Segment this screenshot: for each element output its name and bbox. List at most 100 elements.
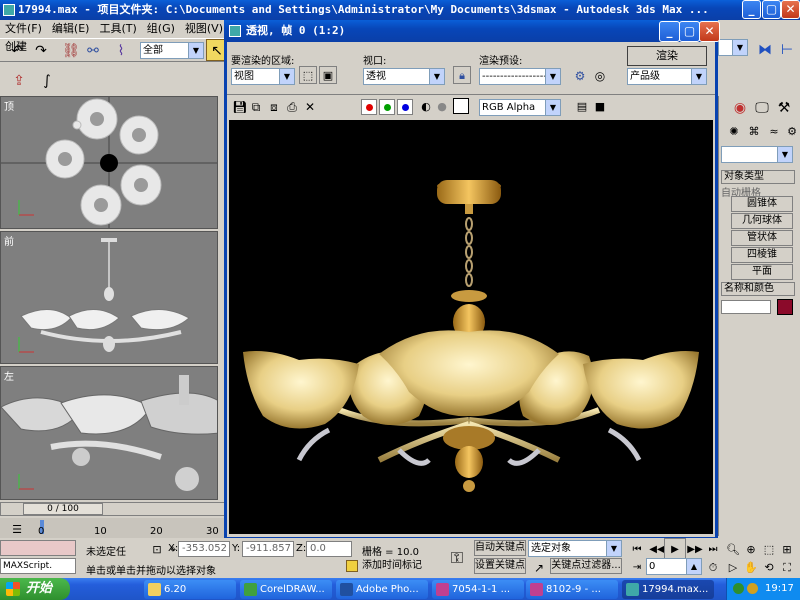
motion-tab-icon[interactable]: ◉ bbox=[729, 96, 751, 118]
viewport-top-canvas bbox=[1, 97, 217, 228]
redo-icon[interactable]: ↷ bbox=[30, 39, 52, 61]
geometry-type-dropdown[interactable]: ▼ bbox=[721, 146, 793, 163]
blue-channel-toggle[interactable] bbox=[397, 99, 413, 115]
bind-spacewarp-icon[interactable]: ⌇ bbox=[110, 39, 132, 61]
tick-30: 30 bbox=[206, 526, 219, 537]
tray-icon-1[interactable] bbox=[733, 583, 744, 594]
main-maximize-button[interactable]: ▢ bbox=[762, 0, 781, 19]
object-name-field[interactable] bbox=[721, 300, 771, 314]
auto-key-button[interactable]: 自动关键点 bbox=[474, 540, 526, 556]
mono-icon[interactable]: ● bbox=[431, 95, 453, 117]
command-panel: ◉ 🖵 ⚒ ✺ ⌘ ≈ ⚙ ▼ 对象类型 自动栅格 圆锥体 几何球体 管状体 四… bbox=[718, 96, 800, 536]
track-bar[interactable]: 0 10 20 30 ☰ bbox=[0, 518, 226, 538]
task-photoshop[interactable]: Adobe Pho... bbox=[336, 580, 428, 599]
maxscript-mini-listener[interactable] bbox=[0, 540, 76, 556]
tube-button[interactable]: 管状体 bbox=[731, 230, 793, 246]
time-config-icon[interactable]: ⏱ bbox=[702, 556, 724, 578]
render-view-icon[interactable]: ■ bbox=[589, 95, 611, 117]
viewport-top-label: 顶 bbox=[4, 102, 14, 113]
render-minimize-button[interactable]: _ bbox=[659, 21, 680, 42]
time-slider[interactable]: 0 / 100 bbox=[0, 502, 226, 516]
channel-dropdown[interactable]: RGB Alpha ▼ bbox=[479, 99, 561, 116]
render-maximize-button[interactable]: ▢ bbox=[679, 21, 700, 42]
z-coordinate-field[interactable]: 0.0 bbox=[306, 541, 352, 557]
main-minimize-button[interactable]: _ bbox=[742, 0, 761, 19]
red-channel-toggle[interactable] bbox=[361, 99, 377, 115]
time-tag-icon bbox=[346, 560, 358, 572]
tick-10: 10 bbox=[94, 526, 107, 537]
clear-icon[interactable]: ✕ bbox=[299, 95, 321, 117]
tray-icon-2[interactable] bbox=[747, 583, 758, 594]
render-button[interactable]: 渲染 bbox=[627, 46, 707, 66]
task-8102[interactable]: 8102-9 - ... bbox=[526, 580, 618, 599]
render-image bbox=[229, 120, 713, 534]
maximize-viewport-icon[interactable]: ⛶ bbox=[776, 556, 798, 578]
archive-icon bbox=[436, 583, 449, 596]
selection-filter-dropdown[interactable]: 全部 ▼ bbox=[140, 42, 204, 59]
unlink-icon[interactable]: ⚯ bbox=[82, 39, 104, 61]
task-7054[interactable]: 7054-1-1 ... bbox=[432, 580, 524, 599]
plane-button[interactable]: 平面 bbox=[731, 264, 793, 280]
display-tab-icon[interactable]: 🖵 bbox=[751, 96, 773, 118]
menu-group[interactable]: 组(G) bbox=[142, 20, 180, 38]
systems-icon[interactable]: ⚙ bbox=[781, 120, 800, 142]
edit-region-icon[interactable]: ⬚ bbox=[299, 66, 317, 84]
render-close-button[interactable]: ✕ bbox=[699, 21, 720, 42]
task-folder[interactable]: 6.20 bbox=[144, 580, 236, 599]
rollout-object-type[interactable]: 对象类型 bbox=[721, 170, 795, 184]
mirror-icon[interactable]: ⧓ bbox=[754, 38, 776, 60]
green-channel-toggle[interactable] bbox=[379, 99, 395, 115]
viewport-dropdown[interactable]: 透视 ▼ bbox=[363, 68, 445, 85]
trackbar-toggle-icon[interactable]: ☰ bbox=[6, 518, 28, 540]
key-filter-icon[interactable]: ↗ bbox=[528, 556, 550, 578]
preset-dropdown[interactable]: -------------------- ▼ bbox=[479, 68, 561, 85]
geosphere-button[interactable]: 几何球体 bbox=[731, 213, 793, 229]
task-3dsmax[interactable]: 17994.max... bbox=[622, 580, 714, 599]
render-toolbar: 💾︎ ⧉ ⧈ ⎙ ✕ ◐ ● RGB Alpha ▼ ▤ ■ bbox=[227, 94, 715, 118]
layer-manager-icon[interactable]: ⇪ bbox=[8, 69, 30, 91]
y-coordinate-field[interactable]: -911.857 bbox=[242, 541, 294, 557]
x-coordinate-field[interactable]: -353.052 bbox=[178, 541, 230, 557]
clock[interactable]: 19:17 bbox=[765, 578, 794, 600]
menu-views[interactable]: 视图(V) bbox=[180, 20, 228, 38]
area-dropdown[interactable]: 视图 ▼ bbox=[231, 68, 295, 85]
start-button[interactable]: 开始 bbox=[0, 578, 70, 600]
key-icon: ⚿ bbox=[450, 548, 464, 567]
select-link-icon[interactable]: ⛓ bbox=[60, 39, 82, 61]
curve-editor-icon[interactable]: ∫ bbox=[36, 69, 58, 91]
named-selection-dropdown[interactable]: ▼ bbox=[718, 39, 748, 56]
key-filters-button[interactable]: 关键点过滤器... bbox=[550, 558, 622, 574]
menu-tools[interactable]: 工具(T) bbox=[94, 20, 141, 38]
auto-region-icon[interactable]: ▣ bbox=[319, 66, 337, 84]
undo-icon[interactable]: ↶ bbox=[6, 39, 28, 61]
rollout-name-color[interactable]: 名称和颜色 bbox=[721, 282, 795, 296]
render-setup-icon[interactable]: ⚙ bbox=[571, 66, 589, 84]
set-key-button[interactable]: 设置关键点 bbox=[474, 558, 526, 574]
cone-button[interactable]: 圆锥体 bbox=[731, 196, 793, 212]
system-tray: 19:17 bbox=[726, 578, 800, 600]
key-mode-toggle-icon[interactable]: ⇥ bbox=[626, 556, 648, 578]
lock-viewport-icon[interactable]: 🔒︎ bbox=[453, 66, 471, 84]
add-time-tag-button[interactable]: 添加时间标记 bbox=[344, 559, 440, 575]
utilities-tab-icon[interactable]: ⚒ bbox=[773, 96, 795, 118]
time-slider-thumb[interactable]: 0 / 100 bbox=[23, 503, 103, 515]
pyramid-button[interactable]: 四棱锥 bbox=[731, 247, 793, 263]
key-mode-dropdown[interactable]: 选定对象 ▼ bbox=[528, 540, 622, 557]
quality-dropdown[interactable]: 产品级 ▼ bbox=[627, 68, 707, 85]
background-swatch[interactable] bbox=[453, 98, 469, 114]
helpers-icon[interactable]: ⌘ bbox=[743, 120, 765, 142]
environment-icon[interactable]: ◎ bbox=[591, 66, 609, 84]
viewport-top[interactable]: 顶 bbox=[0, 96, 218, 229]
maxscript-listener-output[interactable]: MAXScript. bbox=[0, 558, 76, 574]
lights-icon[interactable]: ✺ bbox=[723, 120, 745, 142]
object-color-swatch[interactable] bbox=[777, 299, 793, 315]
main-close-button[interactable]: ✕ bbox=[781, 0, 800, 19]
play-icon[interactable]: ▶ bbox=[664, 538, 686, 560]
task-coreldraw[interactable]: CorelDRAW... bbox=[240, 580, 332, 599]
align-icon[interactable]: ⊢ bbox=[776, 38, 798, 60]
viewport-front[interactable]: 前 bbox=[0, 231, 218, 364]
current-frame-spinner[interactable]: 0 ▲ bbox=[646, 558, 702, 575]
viewport-left[interactable]: 左 bbox=[0, 366, 218, 500]
menu-edit[interactable]: 编辑(E) bbox=[47, 20, 95, 38]
menu-file[interactable]: 文件(F) bbox=[0, 20, 47, 38]
